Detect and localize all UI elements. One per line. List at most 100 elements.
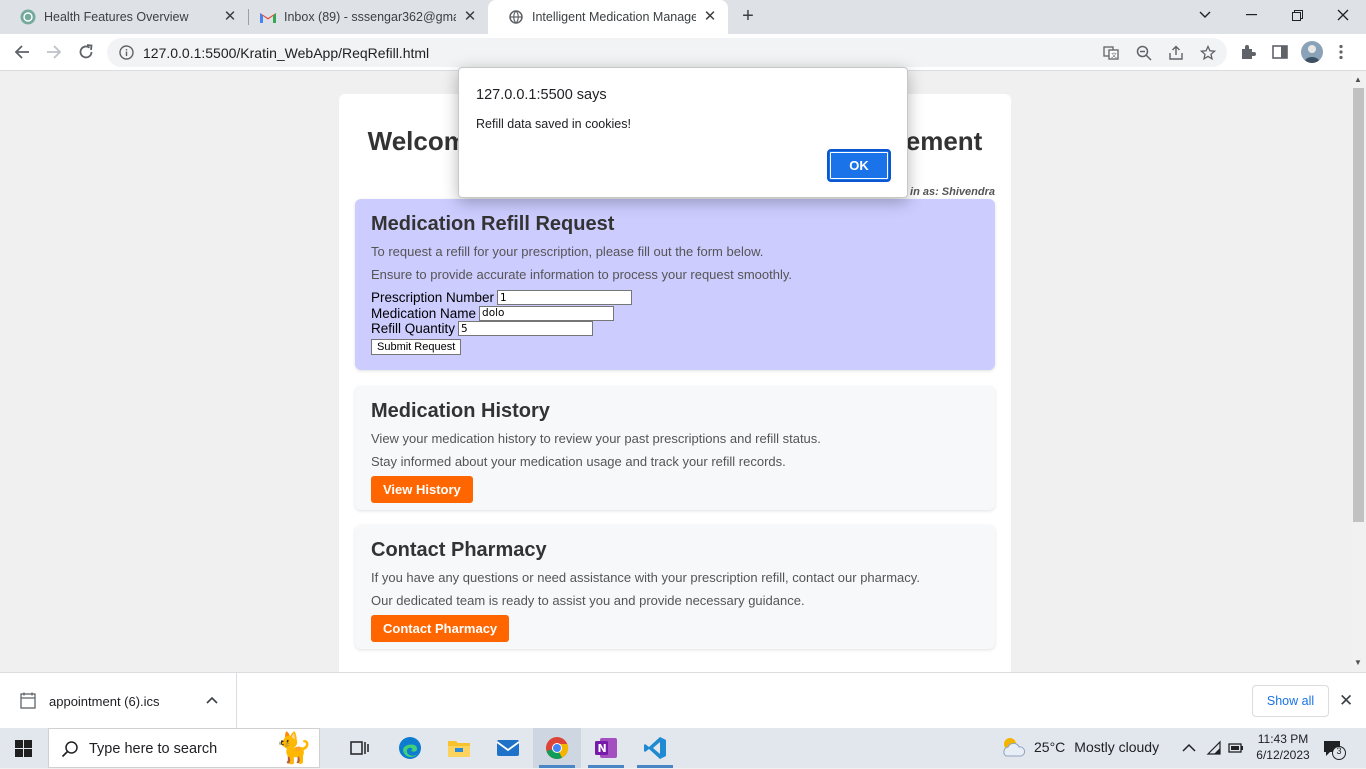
search-icon [61,741,78,758]
tab-medication-management[interactable]: Intelligent Medication Managem ✕ [488,0,728,34]
prescription-number-input[interactable] [497,290,633,306]
notification-center-icon[interactable]: 3 [1322,738,1348,760]
pharmacy-description-1: If you have any questions or need assist… [371,570,920,585]
browser-tab-strip: Health Features Overview ✕ Inbox (89) - … [0,0,1366,34]
tab-title: Inbox (89) - sssengar362@gmail. [284,10,456,24]
download-filename: appointment (6).ics [49,694,160,709]
refill-description-1: To request a refill for your prescriptio… [371,244,764,259]
tab-health-features[interactable]: Health Features Overview ✕ [0,0,248,34]
page-scrollbar[interactable]: ▲ ▼ [1351,72,1366,672]
prescription-number-row: Prescription Number [371,290,979,306]
close-icon[interactable]: ✕ [1339,691,1353,711]
edge-icon[interactable] [386,728,434,768]
weather-widget[interactable]: 25°C Mostly cloudy [1000,736,1159,758]
side-panel-icon[interactable] [1271,43,1289,61]
medication-name-input[interactable] [479,305,615,321]
contact-pharmacy-card: Contact Pharmacy If you have any questio… [355,525,995,649]
close-icon[interactable]: ✕ [702,9,718,25]
close-window-icon[interactable] [1320,0,1366,30]
close-icon[interactable]: ✕ [462,9,478,25]
logged-in-user: in as: Shivendra [910,186,995,198]
battery-icon[interactable] [1228,740,1244,756]
system-clock[interactable]: 11:43 PM 6/12/2023 [1253,731,1313,763]
chatgpt-icon [20,9,36,25]
weather-temperature: 25°C [1034,739,1066,755]
windows-taskbar: Type here to search 🐈 N 25°C Mostly clou… [0,728,1366,768]
close-icon[interactable]: ✕ [222,9,238,25]
chevron-up-icon[interactable] [205,693,219,707]
chrome-menu-icon[interactable] [1332,43,1350,61]
dialog-origin: 127.0.0.1:5500 says [476,87,607,103]
contact-pharmacy-button[interactable]: Contact Pharmacy [371,615,510,642]
show-all-button[interactable]: Show all [1252,685,1329,717]
ok-button[interactable]: OK [827,149,891,182]
url-text: 127.0.0.1:5500/Kratin_WebApp/ReqRefill.h… [143,45,430,61]
tab-gmail-inbox[interactable]: Inbox (89) - sssengar362@gmail. ✕ [240,0,488,34]
bookmark-star-icon[interactable] [1200,45,1216,61]
tab-title: Health Features Overview [44,10,189,24]
refill-quantity-input[interactable] [458,321,594,337]
history-description-1: View your medication history to review y… [371,431,821,446]
tab-title: Intelligent Medication Managem [532,10,696,24]
site-info-icon[interactable] [119,45,134,60]
history-description-2: Stay informed about your medication usag… [371,454,786,469]
onenote-icon[interactable]: N [582,728,630,768]
forward-arrow-icon[interactable] [41,39,67,65]
new-tab-icon[interactable]: + [737,5,759,27]
history-title: Medication History [371,400,550,422]
cloudy-weather-icon [1003,738,1026,757]
refill-quantity-row: Refill Quantity [371,321,979,337]
zoom-icon[interactable] [1136,45,1152,61]
restore-icon[interactable] [1274,0,1320,30]
search-placeholder: Type here to search [89,741,218,757]
weather-description: Mostly cloudy [1074,739,1160,755]
share-icon[interactable] [1168,45,1184,61]
taskbar-search-box[interactable]: Type here to search 🐈 [48,728,320,768]
chevron-up-icon[interactable] [1181,740,1197,756]
refill-request-card: Medication Refill Request To request a r… [355,199,995,370]
medication-history-card: Medication History View your medication … [355,386,995,510]
file-explorer-icon[interactable] [435,728,483,768]
notification-count: 3 [1336,746,1342,756]
scrollbar-thumb[interactable] [1353,88,1364,522]
profile-avatar[interactable] [1301,41,1323,63]
reload-icon[interactable] [73,39,99,65]
tab-search-chevron-icon[interactable] [1182,0,1228,30]
dialog-message: Refill data saved in cookies! [476,117,631,131]
search-highlight-cat-icon: 🐈 [275,732,313,765]
back-arrow-icon[interactable] [9,39,35,65]
download-shelf: appointment (6).ics Show all ✕ [0,672,1366,728]
translate-icon[interactable]: 文 [1103,45,1119,61]
extensions-puzzle-icon[interactable] [1239,43,1257,61]
windows-start-icon[interactable] [15,740,32,757]
clock-date: 6/12/2023 [1256,748,1310,762]
minimize-icon[interactable] [1228,0,1274,30]
task-view-icon[interactable] [336,728,384,768]
scroll-up-icon[interactable]: ▲ [1354,75,1362,84]
refill-quantity-label: Refill Quantity [371,321,456,336]
download-item[interactable]: appointment (6).ics [0,673,237,728]
chrome-icon[interactable] [533,728,581,768]
medication-name-label: Medication Name [371,305,477,321]
pharmacy-title: Contact Pharmacy [371,539,547,561]
mail-icon[interactable] [484,728,532,768]
svg-text:N: N [598,742,607,755]
pharmacy-description-2: Our dedicated team is ready to assist yo… [371,593,805,608]
submit-request-button[interactable]: Submit Request [371,338,462,355]
page-title-left: Welcom [367,126,467,156]
address-bar[interactable]: 127.0.0.1:5500/Kratin_WebApp/ReqRefill.h… [107,38,1227,67]
medication-name-row: Medication Name [371,306,979,322]
globe-icon [508,9,524,25]
svg-text:文: 文 [1111,52,1117,60]
refill-description-2: Ensure to provide accurate information t… [371,267,793,282]
browser-toolbar: 127.0.0.1:5500/Kratin_WebApp/ReqRefill.h… [0,34,1366,71]
scroll-down-icon[interactable]: ▼ [1354,658,1362,667]
refill-title: Medication Refill Request [371,213,615,235]
vscode-icon[interactable] [631,728,679,768]
prescription-number-label: Prescription Number [371,290,495,305]
wifi-icon[interactable] [1206,740,1222,756]
clock-time: 11:43 PM [1257,732,1309,746]
calendar-file-icon [20,692,36,709]
gmail-icon [260,9,276,25]
view-history-button[interactable]: View History [371,476,473,503]
